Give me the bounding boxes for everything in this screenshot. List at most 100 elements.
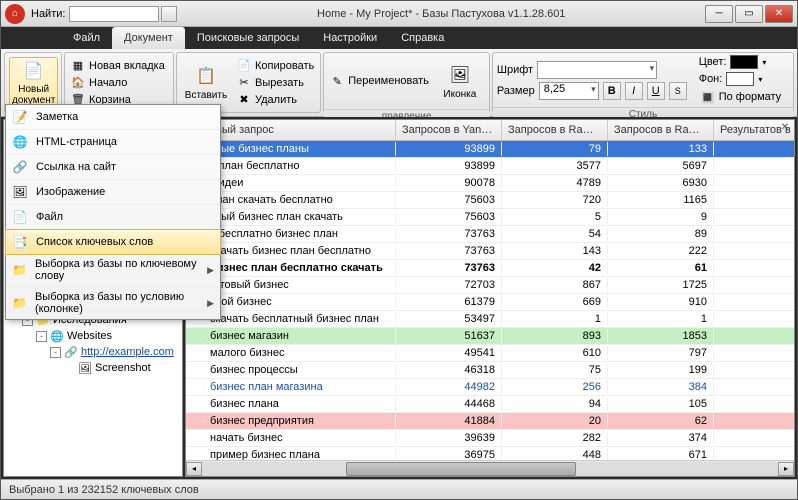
table-cell: 256 — [502, 380, 608, 394]
column-header[interactable]: Запросов в Rambler… — [502, 120, 608, 140]
table-row[interactable]: тные бизнес планы93899791334660 — [186, 141, 794, 158]
menu-документ[interactable]: Документ — [112, 27, 185, 49]
app-menu-button[interactable]: ⌂ — [5, 4, 25, 24]
column-header[interactable]: Запросов в Yandex — [396, 120, 502, 140]
table-cell — [714, 352, 794, 354]
scroll-track[interactable] — [202, 462, 778, 476]
italic-button[interactable]: I — [625, 82, 643, 100]
tree-node[interactable]: 🖼Screenshot — [4, 360, 182, 376]
menu-настройки[interactable]: Настройки — [311, 27, 389, 49]
menu-справка[interactable]: Справка — [389, 27, 456, 49]
table-row[interactable]: скачать бесплатный бизнес план534971139 — [186, 311, 794, 328]
dropdown-item[interactable]: 📁Выборка из базы по ключевому слову▶ — [6, 254, 220, 287]
table-row[interactable]: с идеи90078478969301290000 — [186, 175, 794, 192]
find-go-button[interactable] — [161, 6, 177, 22]
table-cell: 51637 — [396, 329, 502, 343]
table-row[interactable]: пример бизнес плана3697544867119900 — [186, 447, 794, 460]
new-tab-button[interactable]: ▦Новая вкладка — [69, 58, 167, 74]
table-row[interactable]: скачать бизнес план бесплатно73763143222… — [186, 243, 794, 260]
table-row[interactable]: бизнес процессы46318751991280000 — [186, 362, 794, 379]
table-row[interactable]: тный бизнес план скачать75603596 — [186, 209, 794, 226]
table-cell: 4789 — [502, 176, 608, 190]
dropdown-item-label: Выборка из базы по условию (колонке) — [35, 291, 199, 315]
table-cell: 20 — [502, 414, 608, 428]
column-header[interactable]: овый запрос — [204, 120, 396, 140]
table-row[interactable]: начать бизнес396392823741195000 — [186, 430, 794, 447]
horizontal-scrollbar[interactable]: ◂ ▸ — [186, 460, 794, 476]
icon-button[interactable]: 🖼Иконка — [435, 55, 485, 107]
table-row[interactable]: с план бесплатно9389935775697716 — [186, 158, 794, 175]
table-cell: 21200 — [714, 380, 794, 394]
find-input[interactable] — [69, 6, 159, 22]
table-row[interactable]: 🌐готовый бизнес7270386717251470000 — [186, 277, 794, 294]
table-row[interactable]: бизнес план магазина4498225638421200 — [186, 379, 794, 396]
scroll-thumb[interactable] — [346, 462, 576, 476]
tree-toggle[interactable]: - — [50, 347, 61, 358]
scroll-left-button[interactable]: ◂ — [186, 462, 202, 476]
home-button[interactable]: 🏠Начало — [69, 75, 167, 91]
new-document-button[interactable]: 📄 Новый документ — [9, 57, 58, 109]
table-row[interactable]: свой бизнес613796699101300000 — [186, 294, 794, 311]
table-cell: готовый бизнес — [204, 278, 396, 292]
bg-color-picker[interactable] — [726, 72, 754, 86]
table-cell: 4660 — [714, 142, 794, 156]
table-cell: 53497 — [396, 312, 502, 326]
dropdown-item[interactable]: 🖼Изображение — [6, 180, 220, 205]
maximize-button[interactable]: ▭ — [735, 5, 763, 23]
table-cell — [186, 335, 204, 337]
underline-button[interactable]: U — [647, 82, 665, 100]
table-cell: 73763 — [396, 227, 502, 241]
dropdown-item[interactable]: 🌐HTML-страница — [6, 130, 220, 155]
scroll-right-button[interactable]: ▸ — [778, 462, 794, 476]
rename-button[interactable]: ✎Переименовать — [328, 73, 431, 89]
dropdown-item[interactable]: 📝Заметка — [6, 105, 220, 130]
format-button[interactable]: 🔳По формату — [699, 89, 783, 105]
table-row[interactable]: малого бизнес49541610797 — [186, 345, 794, 362]
dropdown-item[interactable]: 📑Список ключевых слов — [5, 229, 221, 255]
bold-button[interactable]: B — [603, 82, 621, 100]
minimize-button[interactable]: ─ — [705, 5, 733, 23]
grid-close-icon[interactable]: ✕ — [778, 122, 792, 136]
table-row[interactable]: бизнес плана444689410514438 — [186, 396, 794, 413]
table-cell: 94 — [502, 397, 608, 411]
table-cell — [186, 369, 204, 371]
cut-button[interactable]: ✂Вырезать — [235, 75, 316, 91]
menu-поисковые запросы[interactable]: Поисковые запросы — [185, 27, 311, 49]
table-cell — [186, 352, 204, 354]
column-header[interactable]: Запросов в Rambler… — [608, 120, 714, 140]
delete-icon: ✖ — [237, 93, 251, 107]
table-row[interactable]: бизнес магазин51637893185349800 — [186, 328, 794, 345]
dropdown-item[interactable]: 📁Выборка из базы по условию (колонке)▶ — [6, 287, 220, 319]
paste-button[interactable]: 📋Вставить — [181, 57, 231, 109]
table-row[interactable]: бизнес план бесплатно скачать737634261 — [186, 260, 794, 277]
text-color-picker[interactable] — [730, 55, 758, 69]
dropdown-item-label: Файл — [36, 211, 63, 223]
tree-toggle[interactable]: - — [36, 331, 47, 342]
home-icon: 🏠 — [71, 76, 85, 90]
table-cell: 89 — [608, 227, 714, 241]
table-row[interactable]: ь бесплатно бизнес план737635489530 — [186, 226, 794, 243]
menu-файл[interactable]: Файл — [61, 27, 112, 49]
dropdown-item-label: Изображение — [36, 186, 105, 198]
tree-node[interactable]: -🔗http://example.com — [4, 344, 182, 360]
close-button[interactable]: ✕ — [765, 5, 793, 23]
table-cell: бизнес процессы — [204, 363, 396, 377]
table-cell: 1853 — [608, 329, 714, 343]
dropdown-item[interactable]: 📄Файл — [6, 205, 220, 230]
table-row[interactable]: бизнес предприятия41884206220600 — [186, 413, 794, 430]
delete-button[interactable]: ✖Удалить — [235, 92, 316, 108]
dropdown-item-icon: 📑 — [12, 234, 28, 250]
table-cell: 73763 — [396, 244, 502, 258]
copy-button[interactable]: 📄Копировать — [235, 58, 316, 74]
tree-node[interactable]: -🌐Websites — [4, 328, 182, 344]
strike-button[interactable]: S — [669, 82, 687, 100]
font-label: Шрифт — [497, 64, 533, 76]
table-cell: 1 — [502, 312, 608, 326]
table-cell: 61 — [608, 261, 714, 275]
grid-body[interactable]: тные бизнес планы93899791334660с план бе… — [186, 141, 794, 460]
font-combo[interactable] — [537, 61, 657, 79]
size-combo[interactable]: 8,25 — [539, 82, 599, 100]
table-row[interactable]: план скачать бесплатно756037201165155 — [186, 192, 794, 209]
dropdown-item[interactable]: 🔗Ссылка на сайт — [6, 155, 220, 180]
dropdown-item-icon: 🔗 — [12, 159, 28, 175]
